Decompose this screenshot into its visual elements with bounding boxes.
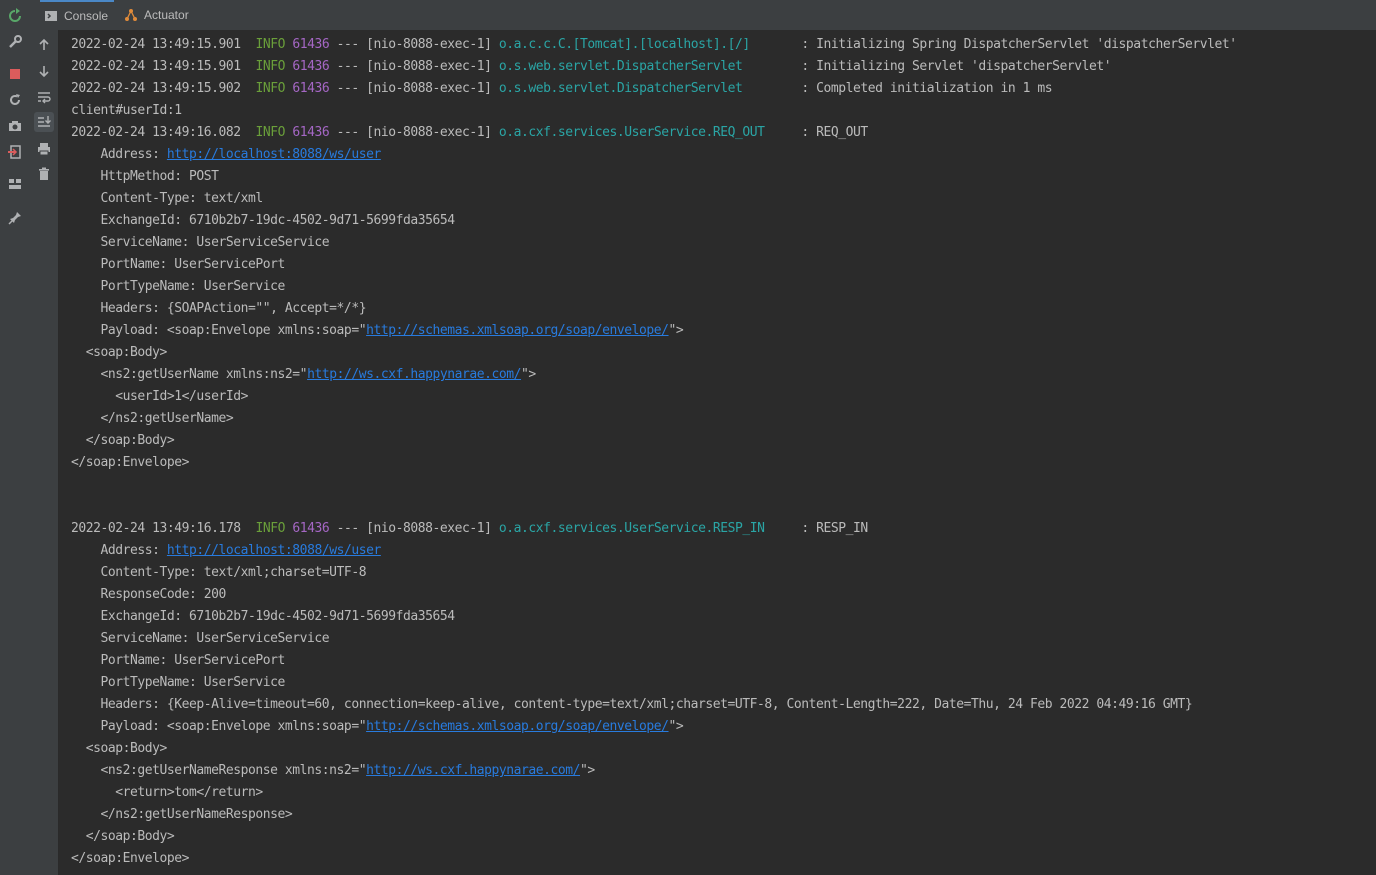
exit-icon[interactable] (5, 142, 25, 162)
req-headers: Headers: {SOAPAction="", Accept=*/*} (71, 301, 367, 316)
req-port-type-name: PortTypeName: UserService (71, 279, 286, 294)
req-content-type: Content-Type: text/xml (71, 191, 264, 206)
resp-soap-ns-link[interactable]: http://schemas.xmlsoap.org/soap/envelope… (366, 719, 669, 734)
resp-ns2-link[interactable]: http://ws.cxf.happynarae.com/ (366, 763, 580, 778)
log-line: 2022-02-24 13:49:16.082 INFO 61436 --- [… (71, 125, 868, 140)
resp-body-open: <soap:Body> (71, 741, 168, 756)
resp-address: Address: http://localhost:8088/ws/user (71, 543, 382, 558)
stop-icon[interactable] (5, 64, 25, 84)
console-output[interactable]: 2022-02-24 13:49:15.901 INFO 61436 --- [… (59, 30, 1376, 875)
req-address-link[interactable]: http://localhost:8088/ws/user (167, 147, 381, 162)
req-op-open: <ns2:getUserName xmlns:ns2="http://ws.cx… (71, 367, 537, 382)
tab-actuator-label: Actuator (144, 8, 189, 22)
resp-op-close: </ns2:getUserNameResponse> (71, 807, 293, 822)
tab-actuator[interactable]: Actuator (120, 0, 195, 30)
layout-icon[interactable] (5, 174, 25, 194)
req-payload: Payload: <soap:Envelope xmlns:soap="http… (71, 323, 684, 338)
resp-body-close: </soap:Body> (71, 829, 175, 844)
req-op-close: </ns2:getUserName> (71, 411, 234, 426)
req-body-close: </soap:Body> (71, 433, 175, 448)
trash-icon[interactable] (34, 164, 54, 184)
req-arg: <userId>1</userId> (71, 389, 249, 404)
tool-window-header: Console Actuator (30, 0, 1376, 31)
resp-port-type-name: PortTypeName: UserService (71, 675, 286, 690)
rerun-icon[interactable] (5, 6, 25, 26)
resp-content-type: Content-Type: text/xml;charset=UTF-8 (71, 565, 367, 580)
resp-port-name: PortName: UserServicePort (71, 653, 286, 668)
tab-console[interactable]: Console (40, 0, 115, 30)
console-toolbar (30, 30, 59, 875)
resp-service-name: ServiceName: UserServiceService (71, 631, 330, 646)
req-body-open: <soap:Body> (71, 345, 168, 360)
arrow-up-icon[interactable] (34, 35, 54, 55)
wrench-icon[interactable] (5, 32, 25, 52)
resp-headers: Headers: {Keep-Alive=timeout=60, connect… (71, 697, 1193, 712)
resp-exchange-id: ExchangeId: 6710b2b7-19dc-4502-9d71-5699… (71, 609, 456, 624)
req-envelope-close: </soap:Envelope> (71, 455, 190, 470)
run-toolbar (0, 0, 31, 875)
output-line: client#userId:1 (71, 103, 182, 118)
soft-wrap-icon[interactable] (34, 87, 54, 107)
log-line: 2022-02-24 13:49:16.178 INFO 61436 --- [… (71, 521, 868, 536)
tab-console-label: Console (64, 9, 109, 23)
console-icon (44, 9, 58, 23)
resp-return: <return>tom</return> (71, 785, 263, 800)
log-line: 2022-02-24 13:49:15.901 INFO 61436 --- [… (71, 59, 1112, 74)
arrow-down-icon[interactable] (34, 61, 54, 81)
req-method: HttpMethod: POST (71, 169, 219, 184)
req-exchange-id: ExchangeId: 6710b2b7-19dc-4502-9d71-5699… (71, 213, 456, 228)
camera-icon[interactable] (5, 116, 25, 136)
actuator-icon (124, 8, 138, 22)
resp-payload: Payload: <soap:Envelope xmlns:soap="http… (71, 719, 684, 734)
resp-address-link[interactable]: http://localhost:8088/ws/user (167, 543, 381, 558)
log-line: 2022-02-24 13:49:15.902 INFO 61436 --- [… (71, 81, 1053, 96)
resp-op-open: <ns2:getUserNameResponse xmlns:ns2="http… (71, 763, 596, 778)
req-soap-ns-link[interactable]: http://schemas.xmlsoap.org/soap/envelope… (366, 323, 669, 338)
resp-code: ResponseCode: 200 (71, 587, 227, 602)
print-icon[interactable] (34, 139, 54, 159)
req-ns2-link[interactable]: http://ws.cxf.happynarae.com/ (307, 367, 521, 382)
req-address: Address: http://localhost:8088/ws/user (71, 147, 382, 162)
req-port-name: PortName: UserServicePort (71, 257, 286, 272)
log-line: 2022-02-24 13:49:15.901 INFO 61436 --- [… (71, 37, 1237, 52)
pin-icon[interactable] (5, 208, 25, 228)
req-service-name: ServiceName: UserServiceService (71, 235, 330, 250)
resp-envelope-close: </soap:Envelope> (71, 851, 190, 866)
restore-icon[interactable] (5, 90, 25, 110)
scroll-to-end-icon[interactable] (34, 112, 54, 132)
